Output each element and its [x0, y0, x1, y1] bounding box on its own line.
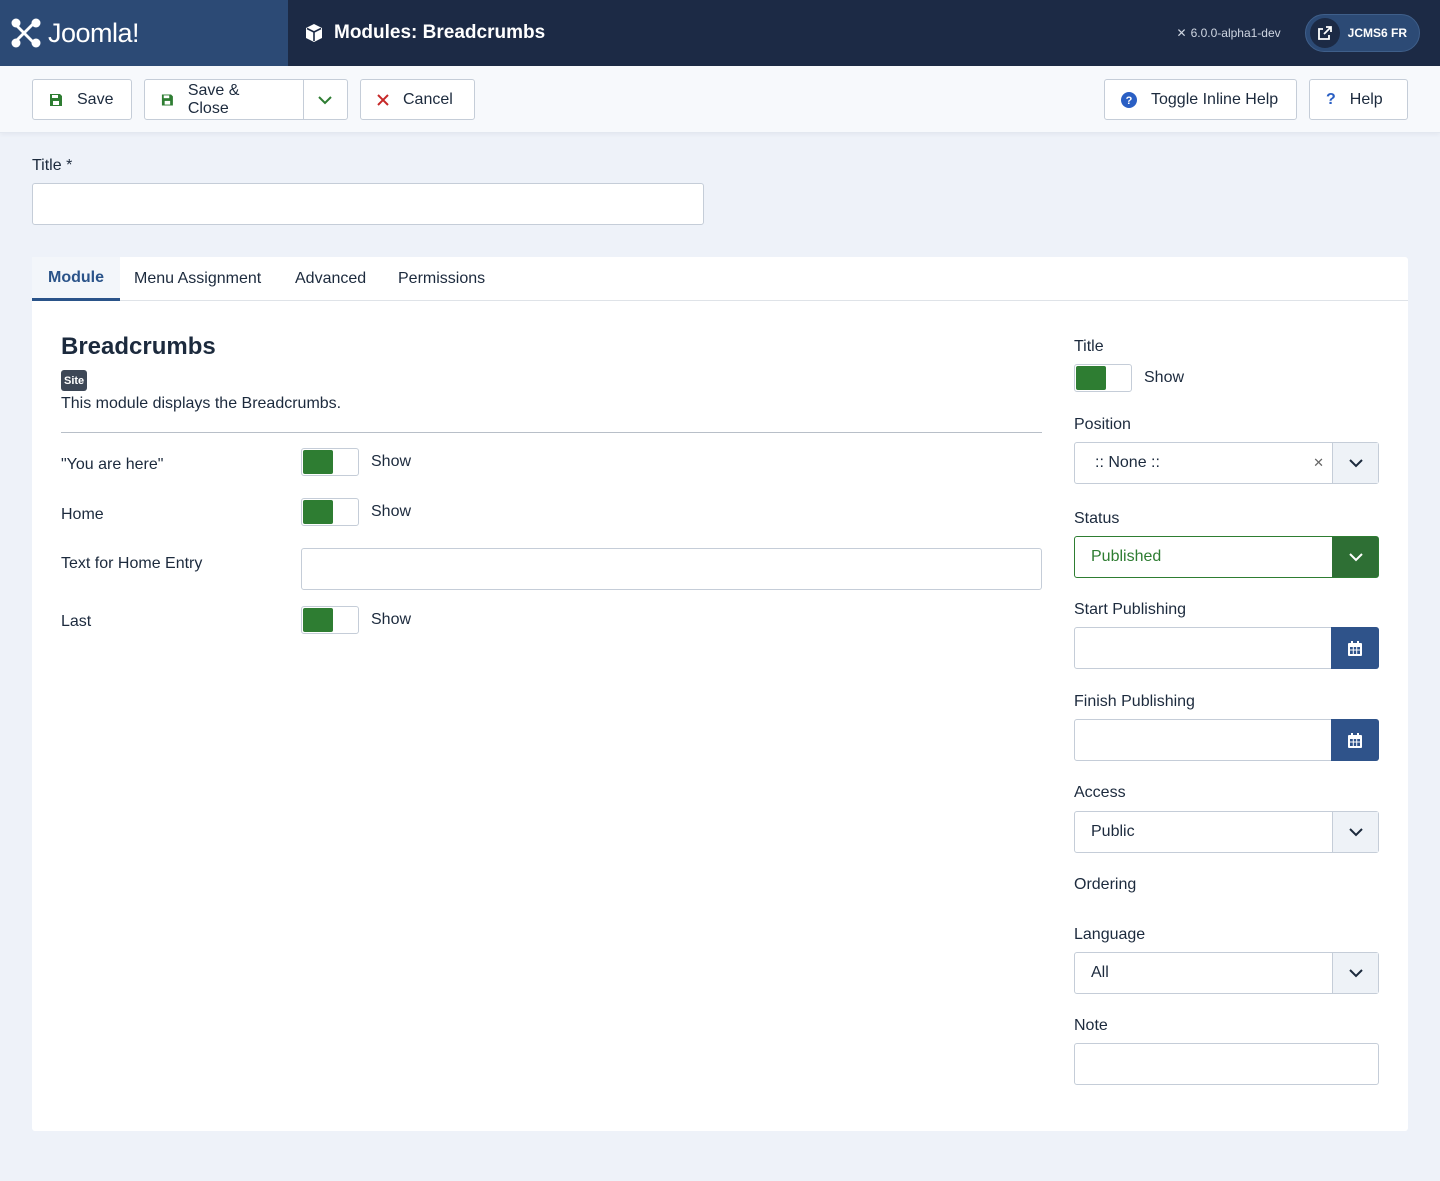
chevron-down-icon: [318, 95, 332, 104]
language-dropdown-arrow[interactable]: [1332, 953, 1378, 993]
last-toggle[interactable]: [301, 606, 359, 634]
finish-publishing-label: Finish Publishing: [1074, 693, 1195, 710]
you-are-here-state: Show: [371, 453, 412, 470]
divider: [61, 432, 1042, 433]
tab-permissions[interactable]: Permissions: [382, 257, 501, 301]
start-calendar-button[interactable]: [1331, 627, 1379, 669]
position-value: :: None ::: [1095, 454, 1160, 471]
show-title-state: Show: [1144, 369, 1185, 386]
home-toggle[interactable]: [301, 498, 359, 526]
status-label: Status: [1074, 510, 1120, 527]
status-value: Published: [1091, 548, 1162, 565]
home-state: Show: [371, 503, 412, 520]
chevron-down-icon: [1348, 459, 1363, 468]
module-description: This module displays the Breadcrumbs.: [61, 395, 342, 412]
position-select[interactable]: :: None :: ✕: [1074, 442, 1379, 484]
access-dropdown-arrow[interactable]: [1332, 812, 1378, 852]
language-label: Language: [1074, 926, 1146, 943]
save-close-button[interactable]: Save & Close: [145, 80, 289, 119]
save-close-group: Save & Close: [144, 79, 348, 120]
chevron-down-icon: [1348, 969, 1363, 978]
access-label: Access: [1074, 784, 1126, 801]
toggle-help-label: Toggle Inline Help: [1151, 90, 1279, 108]
top-header: Joomla! Modules: Breadcrumbs ✕ 6.0.0-alp…: [0, 0, 1440, 66]
version-text: 6.0.0-alpha1-dev: [1190, 26, 1281, 40]
last-label: Last: [61, 613, 92, 630]
show-title-toggle[interactable]: [1074, 364, 1132, 392]
start-publishing-input[interactable]: [1074, 627, 1379, 669]
finish-calendar-button[interactable]: [1331, 719, 1379, 761]
joomla-logo[interactable]: Joomla!: [0, 0, 288, 66]
svg-text:?: ?: [1126, 95, 1133, 107]
save-button[interactable]: Save: [32, 79, 132, 120]
toolbar: Save Save & Close Cancel ? Toggle Inline…: [0, 66, 1440, 133]
tab-advanced[interactable]: Advanced: [279, 257, 382, 301]
note-input[interactable]: [1074, 1043, 1379, 1085]
calendar-icon: [1348, 732, 1362, 748]
toggle-inline-help-button[interactable]: ? Toggle Inline Help: [1104, 79, 1297, 120]
chevron-down-icon: [1348, 828, 1363, 837]
finish-publishing-input[interactable]: [1074, 719, 1379, 761]
external-link-icon: [1309, 18, 1340, 48]
home-label: Home: [61, 506, 104, 523]
cancel-button[interactable]: Cancel: [360, 79, 475, 120]
sidebar-title-label: Title: [1074, 338, 1104, 355]
language-select[interactable]: All: [1074, 952, 1379, 994]
close-icon: [377, 93, 389, 106]
calendar-icon: [1348, 640, 1362, 656]
ordering-label: Ordering: [1074, 876, 1137, 893]
position-dropdown-arrow[interactable]: [1332, 443, 1378, 483]
save-label: Save: [77, 90, 114, 108]
note-label: Note: [1074, 1017, 1108, 1034]
save-icon: [161, 94, 173, 105]
start-publishing-label: Start Publishing: [1074, 601, 1187, 618]
home-text-label: Text for Home Entry: [61, 555, 203, 572]
cancel-label: Cancel: [403, 90, 453, 108]
you-are-here-label: "You are here": [61, 456, 164, 473]
site-badge: Site: [61, 370, 88, 391]
access-value: Public: [1091, 823, 1135, 840]
tab-menu-assignment[interactable]: Menu Assignment: [118, 257, 277, 301]
logo-text: Joomla!: [48, 17, 140, 48]
access-select[interactable]: Public: [1074, 811, 1379, 853]
help-button[interactable]: ? Help: [1309, 79, 1408, 120]
last-state: Show: [371, 611, 412, 628]
chevron-down-icon: [1348, 553, 1363, 562]
you-are-here-toggle[interactable]: [301, 448, 359, 476]
site-name: JCMS6 FR: [1347, 26, 1407, 40]
save-icon: [50, 93, 62, 106]
joomla-small-icon: ✕: [1176, 26, 1187, 40]
cube-icon: [306, 24, 322, 42]
title-label: Title *: [32, 157, 73, 174]
tab-module[interactable]: Module: [32, 257, 120, 301]
clear-icon[interactable]: ✕: [1313, 455, 1324, 471]
tab-bar: Module Menu Assignment Advanced Permissi…: [32, 257, 1408, 301]
joomla-logo-icon: [11, 18, 41, 48]
question-icon: ?: [1326, 90, 1336, 108]
view-site-button[interactable]: JCMS6 FR: [1304, 14, 1420, 52]
status-select[interactable]: Published: [1074, 536, 1379, 578]
save-options-dropdown[interactable]: [302, 80, 347, 119]
help-label: Help: [1349, 90, 1383, 108]
page-title: Modules: Breadcrumbs: [334, 22, 546, 43]
language-value: All: [1091, 964, 1109, 981]
version-info: ✕ 6.0.0-alpha1-dev: [1177, 26, 1281, 40]
title-input[interactable]: [32, 183, 704, 225]
status-dropdown-arrow[interactable]: [1332, 537, 1378, 577]
position-label: Position: [1074, 416, 1131, 433]
question-circle-icon: ?: [1121, 91, 1137, 108]
module-name: Breadcrumbs: [61, 333, 216, 360]
home-text-input[interactable]: [301, 548, 1042, 590]
module-edit-card: Module Menu Assignment Advanced Permissi…: [32, 257, 1408, 1131]
save-close-label: Save & Close: [187, 81, 240, 117]
